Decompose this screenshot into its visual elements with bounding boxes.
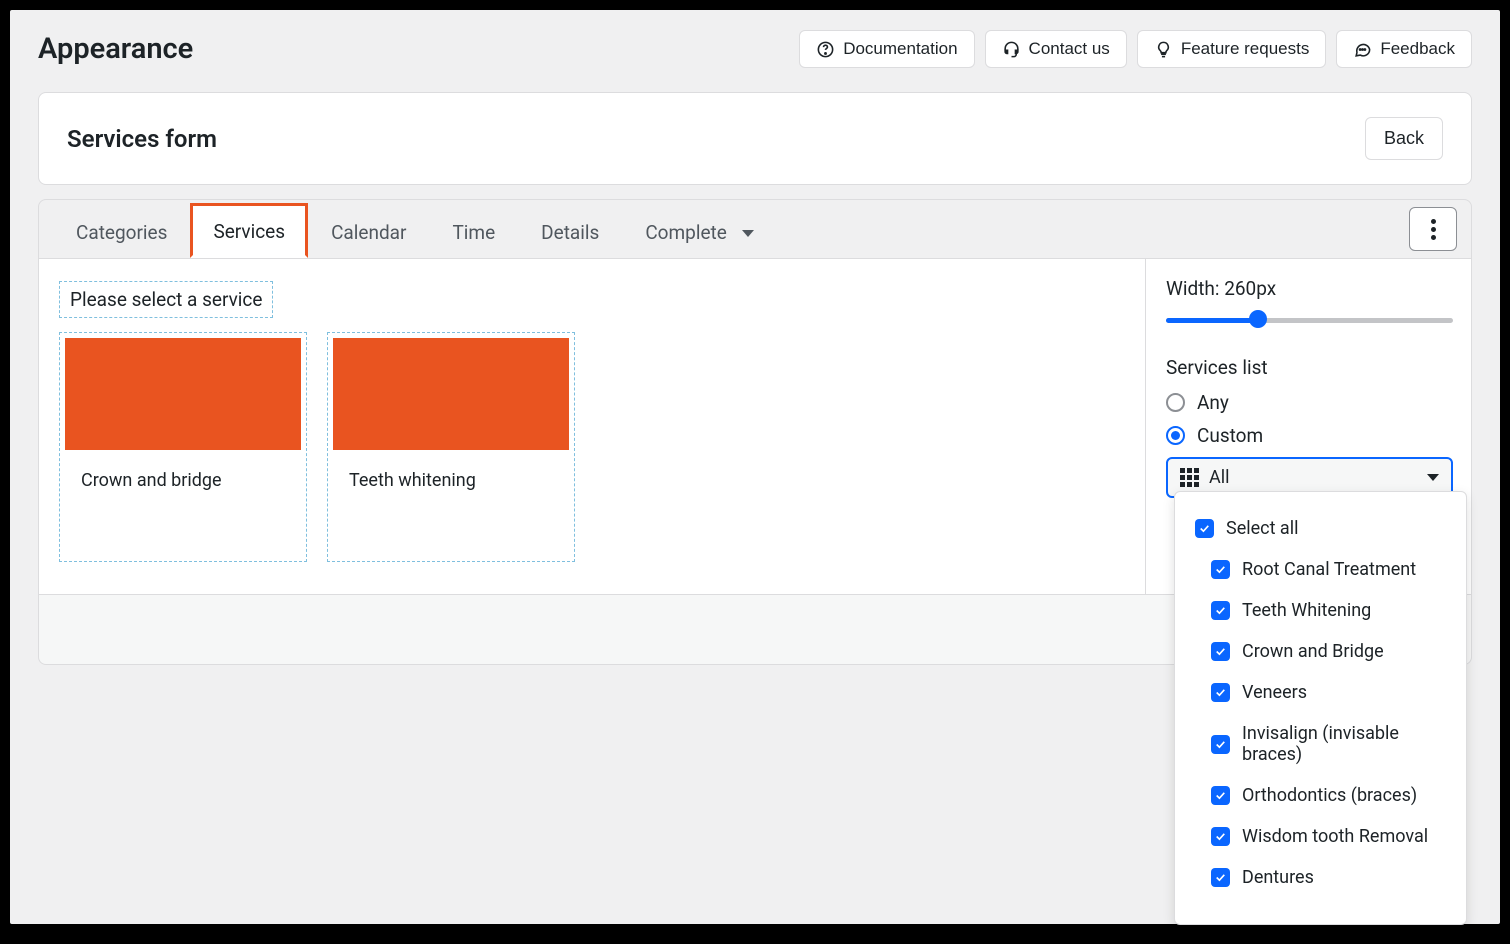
radio-icon <box>1166 393 1185 412</box>
checkbox-checked-icon <box>1211 827 1230 846</box>
contact-button[interactable]: Contact us <box>985 30 1127 68</box>
radio-any[interactable]: Any <box>1166 391 1453 414</box>
radio-any-label: Any <box>1197 391 1229 414</box>
select-value: All <box>1209 467 1230 488</box>
checkbox-checked-icon <box>1211 642 1230 661</box>
option-veneers[interactable]: Veneers <box>1191 672 1450 713</box>
feature-requests-label: Feature requests <box>1181 39 1310 59</box>
tab-complete[interactable]: Complete <box>622 204 776 256</box>
service-cards: Crown and bridge Teeth whitening <box>59 332 1125 562</box>
option-label: Dentures <box>1242 867 1314 888</box>
feedback-label: Feedback <box>1380 39 1455 59</box>
tab-categories[interactable]: Categories <box>53 204 190 256</box>
lightbulb-icon <box>1154 40 1173 59</box>
option-label: Wisdom tooth Removal <box>1242 826 1428 847</box>
option-crown-bridge[interactable]: Crown and Bridge <box>1191 631 1450 672</box>
card-label: Crown and bridge <box>65 450 301 511</box>
chevron-down-icon <box>742 230 754 237</box>
option-label: Root Canal Treatment <box>1242 559 1416 580</box>
content-row: Please select a service Crown and bridge… <box>38 259 1472 595</box>
option-root-canal[interactable]: Root Canal Treatment <box>1191 549 1450 590</box>
option-label: Veneers <box>1242 682 1307 703</box>
radio-custom[interactable]: Custom <box>1166 424 1453 447</box>
feedback-button[interactable]: Feedback <box>1336 30 1472 68</box>
tab-time[interactable]: Time <box>429 204 518 256</box>
kebab-icon <box>1431 219 1436 240</box>
service-card-whitening[interactable]: Teeth whitening <box>327 332 575 562</box>
settings-sidebar: Width: 260px Services list Any Custom Al… <box>1145 259 1471 594</box>
option-invisalign[interactable]: Invisalign (invisable braces) <box>1191 713 1450 775</box>
card-image <box>333 338 569 450</box>
services-dropdown: Select all Root Canal Treatment Teeth Wh… <box>1174 491 1467 925</box>
option-dentures[interactable]: Dentures <box>1191 857 1450 898</box>
tabs-row: Categories Services Calendar Time Detail… <box>39 200 1471 258</box>
slider-fill <box>1166 318 1258 323</box>
checkbox-checked-icon <box>1195 519 1214 538</box>
checkbox-checked-icon <box>1211 683 1230 702</box>
option-label: Teeth Whitening <box>1242 600 1371 621</box>
checkbox-checked-icon <box>1211 786 1230 805</box>
option-select-all[interactable]: Select all <box>1191 508 1450 549</box>
help-icon <box>816 40 835 59</box>
preview-canvas: Please select a service Crown and bridge… <box>39 259 1145 594</box>
width-slider[interactable] <box>1166 310 1453 330</box>
headset-icon <box>1002 40 1021 59</box>
grid-icon <box>1180 468 1199 487</box>
checkbox-checked-icon <box>1211 560 1230 579</box>
checkbox-checked-icon <box>1211 601 1230 620</box>
back-button[interactable]: Back <box>1365 117 1443 160</box>
option-teeth-whitening[interactable]: Teeth Whitening <box>1191 590 1450 631</box>
contact-label: Contact us <box>1029 39 1110 59</box>
card-label: Teeth whitening <box>333 450 569 511</box>
header-buttons: Documentation Contact us Feature request… <box>799 30 1472 68</box>
more-options-button[interactable] <box>1409 207 1457 251</box>
service-prompt[interactable]: Please select a service <box>59 281 273 318</box>
option-label: Invisalign (invisable braces) <box>1242 723 1446 765</box>
title-panel: Services form Back <box>38 92 1472 185</box>
checkbox-checked-icon <box>1211 868 1230 887</box>
comment-icon <box>1353 40 1372 59</box>
slider-thumb[interactable] <box>1249 310 1267 328</box>
feature-requests-button[interactable]: Feature requests <box>1137 30 1327 68</box>
tabs-panel: Categories Services Calendar Time Detail… <box>38 199 1472 259</box>
caret-down-icon <box>1427 474 1439 481</box>
documentation-button[interactable]: Documentation <box>799 30 974 68</box>
option-label: Crown and Bridge <box>1242 641 1384 662</box>
header: Appearance Documentation Contact us Feat… <box>38 30 1472 68</box>
tab-calendar[interactable]: Calendar <box>308 204 429 256</box>
documentation-label: Documentation <box>843 39 957 59</box>
tab-services[interactable]: Services <box>190 203 308 258</box>
option-wisdom-tooth[interactable]: Wisdom tooth Removal <box>1191 816 1450 857</box>
card-image <box>65 338 301 450</box>
page-title: Appearance <box>38 32 193 66</box>
checkbox-checked-icon <box>1211 735 1230 754</box>
option-orthodontics[interactable]: Orthodontics (braces) <box>1191 775 1450 816</box>
radio-custom-label: Custom <box>1197 424 1263 447</box>
radio-icon <box>1166 426 1185 445</box>
width-label: Width: 260px <box>1166 277 1453 300</box>
tab-complete-label: Complete <box>645 221 727 244</box>
service-card-crown[interactable]: Crown and bridge <box>59 332 307 562</box>
services-list-label: Services list <box>1166 356 1453 379</box>
select-all-label: Select all <box>1226 518 1298 539</box>
panel-title: Services form <box>67 125 217 153</box>
app-frame: Appearance Documentation Contact us Feat… <box>10 10 1500 924</box>
tab-details[interactable]: Details <box>518 204 622 256</box>
option-label: Orthodontics (braces) <box>1242 785 1417 806</box>
